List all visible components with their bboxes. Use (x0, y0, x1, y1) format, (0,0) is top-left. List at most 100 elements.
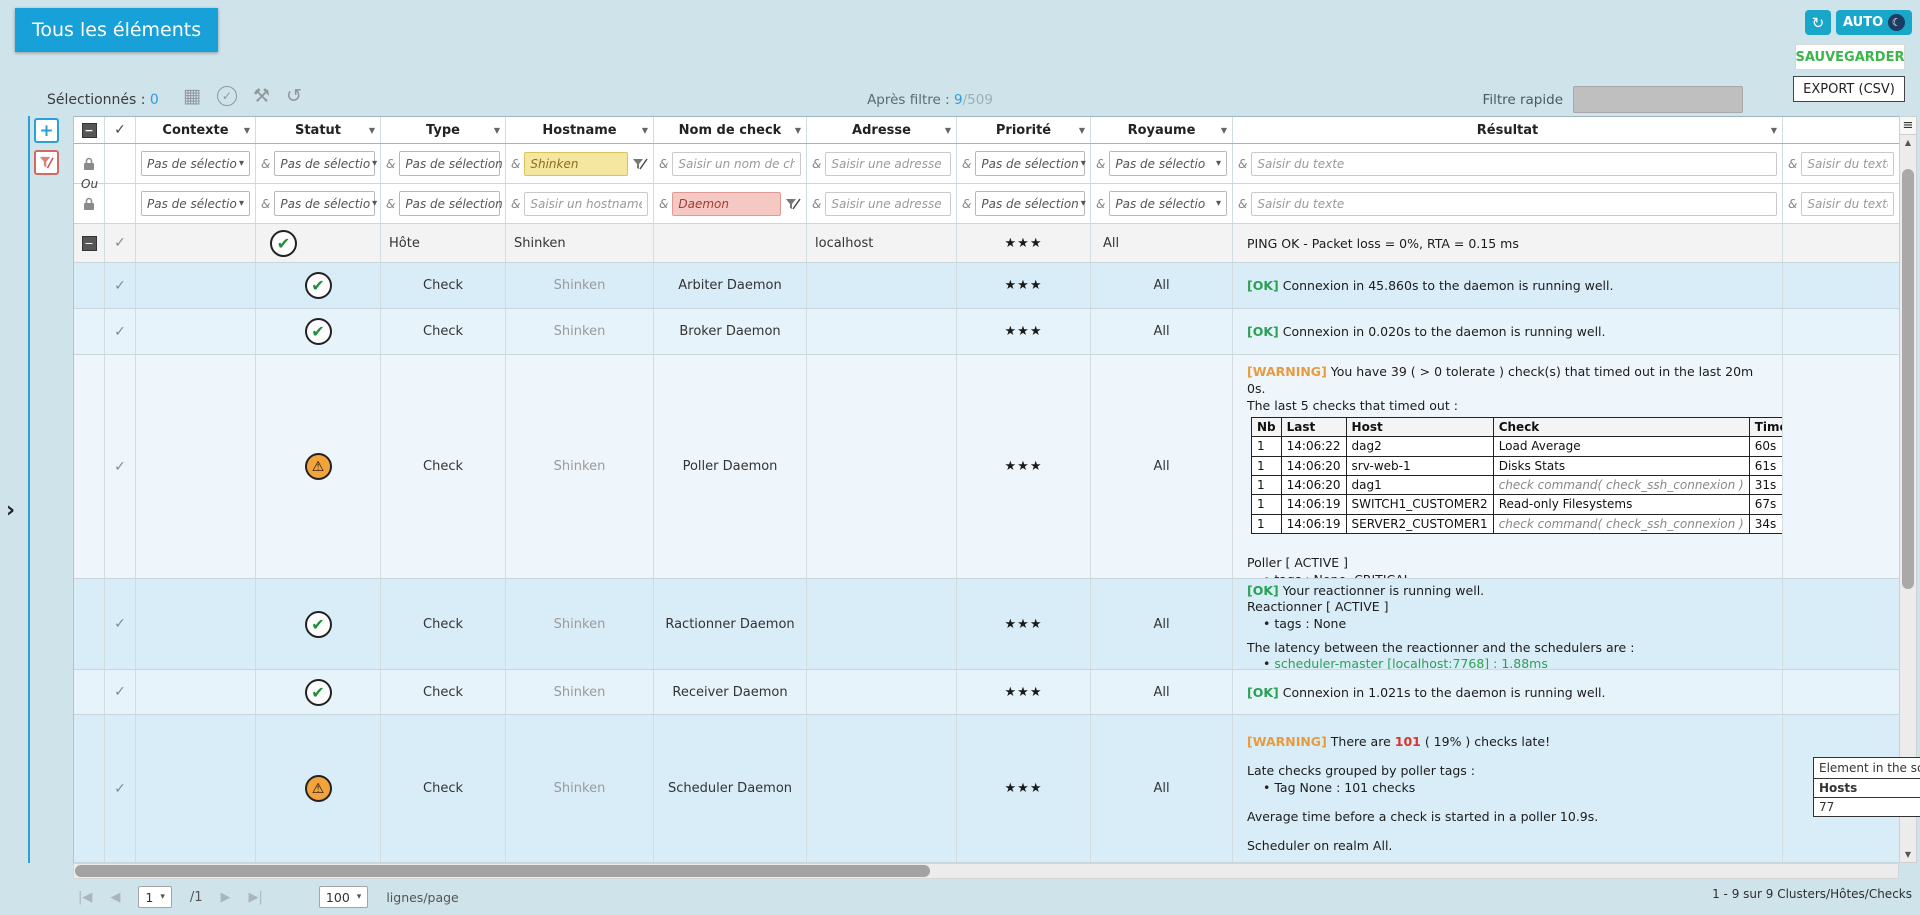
filter-priorite-select[interactable]: Pas de sélection▾ (975, 151, 1085, 176)
tag-none-line: Tag None : 101 checks (1247, 779, 1774, 796)
filter-extra-input[interactable] (1801, 192, 1894, 216)
row-check-icon[interactable]: ✓ (114, 235, 126, 251)
col-header-statut[interactable]: Statut▼ (256, 117, 381, 143)
col-header-priorite[interactable]: Priorité▼ (957, 117, 1091, 143)
filter-checkname-input[interactable] (672, 152, 801, 176)
select-all-icon[interactable]: ✓ (114, 122, 126, 138)
table-row-reactionner[interactable]: ✓ ✔ Check Shinken Ractionner Daemon ★★★ … (74, 579, 1899, 670)
row-check-icon[interactable]: ✓ (114, 616, 126, 632)
auto-refresh-button[interactable]: AUTO ☾ (1836, 10, 1912, 35)
filter-checkname-input[interactable] (672, 192, 781, 216)
col-header-type[interactable]: Type▼ (381, 117, 506, 143)
filter-statut-select[interactable]: Pas de sélectio▾ (274, 191, 375, 216)
clear-filters-button[interactable] (34, 150, 59, 175)
type-cell: Check (381, 670, 506, 714)
chevron-down-icon: ▾ (372, 198, 377, 209)
scroll-up-icon[interactable]: ▲ (1900, 135, 1916, 150)
address-cell (807, 670, 957, 714)
col-header-hostname[interactable]: Hostname▼ (506, 117, 654, 143)
filter-hostname-input[interactable] (524, 192, 648, 216)
next-page-button[interactable]: ▶ (221, 890, 231, 905)
panel-hosts-label: Hosts (1814, 778, 1920, 797)
clear-filter-icon[interactable] (785, 196, 801, 212)
export-csv-button[interactable]: EXPORT (CSV) (1793, 76, 1905, 102)
col-header-nom-de-check[interactable]: Nom de check▼ (654, 117, 807, 143)
add-filter-row-button[interactable]: + (34, 118, 59, 143)
clear-filter-icon[interactable] (632, 156, 648, 172)
prev-page-button[interactable]: ◀ (110, 890, 120, 905)
sort-icon: ▼ (494, 126, 500, 135)
after-filter-count: 9 (954, 92, 963, 108)
and-operator: & (1238, 157, 1247, 171)
scroll-down-icon[interactable]: ▼ (1900, 847, 1916, 862)
and-operator: & (386, 197, 395, 211)
result-cell: [WARNING] You have 39 ( > 0 tolerate ) c… (1233, 355, 1783, 578)
chevron-down-icon: ▾ (1216, 198, 1221, 209)
filter-hostname-input[interactable] (524, 152, 628, 176)
scheduler-master-link[interactable]: scheduler-master [localhost:7768] : 1.88… (1274, 656, 1548, 669)
table-row-receiver[interactable]: ✓ ✔ Check Shinken Receiver Daemon ★★★ Al… (74, 670, 1899, 715)
and-operator: & (1788, 197, 1797, 211)
col-header-adresse[interactable]: Adresse▼ (807, 117, 957, 143)
filter-priorite-select[interactable]: Pas de sélection▾ (975, 191, 1085, 216)
filter-resultat-input[interactable] (1251, 152, 1777, 176)
expand-sidebar-chevron[interactable]: › (6, 498, 15, 523)
first-page-button[interactable]: |◀ (78, 890, 92, 905)
col-header-contexte[interactable]: Contexte▼ (136, 117, 256, 143)
sync-icon[interactable]: ↻ (1805, 10, 1831, 35)
table-row-host-shinken[interactable]: − ✓ ✔ Hôte Shinken localhost ★★★ All PIN… (74, 224, 1899, 263)
hostname-cell: Shinken (506, 355, 654, 578)
address-cell (807, 715, 957, 862)
all-elements-button[interactable]: Tous les éléments (15, 8, 218, 52)
hostname-cell: Shinken (506, 224, 654, 262)
last-page-button[interactable]: ▶| (249, 890, 263, 905)
col-header-resultat[interactable]: Résultat▼ (1233, 117, 1783, 143)
validate-icon[interactable]: ✓ (217, 86, 237, 106)
table-row-arbiter[interactable]: ✓ ✔ Check Shinken Arbiter Daemon ★★★ All… (74, 263, 1899, 309)
row-check-icon[interactable]: ✓ (114, 459, 126, 475)
planning-icon[interactable]: ▦ (183, 87, 201, 106)
status-cell: ✔ (256, 579, 381, 669)
filter-contexte-select[interactable]: Pas de sélectio▾ (141, 191, 250, 216)
priority-cell: ★★★ (957, 670, 1091, 714)
row-check-icon[interactable]: ✓ (114, 278, 126, 294)
page-size-select[interactable]: 100▾ (319, 886, 368, 908)
quick-filter-input[interactable] (1573, 86, 1743, 113)
collapse-all-button[interactable]: − (82, 123, 97, 138)
table-row-scheduler[interactable]: ✓ ⚠ Check Shinken Scheduler Daemon ★★★ A… (74, 715, 1899, 863)
row-check-icon[interactable]: ✓ (114, 684, 126, 700)
row-check-icon[interactable]: ✓ (114, 781, 126, 797)
filter-royaume-select[interactable]: Pas de sélectio▾ (1109, 191, 1227, 216)
checkname-cell: Ractionner Daemon (654, 579, 807, 669)
save-button[interactable]: SAUVEGARDER (1795, 44, 1905, 70)
filter-type-select[interactable]: Pas de sélection▾ (399, 151, 500, 176)
undo-icon[interactable]: ↺ (286, 87, 302, 106)
type-cell: Hôte (381, 224, 506, 262)
filter-address-input[interactable] (825, 152, 951, 176)
page-select[interactable]: 1▾ (138, 886, 171, 908)
contexte-cell (136, 224, 256, 262)
collapse-row-button[interactable]: − (82, 236, 97, 251)
horizontal-scrollbar-thumb[interactable] (75, 865, 930, 877)
filter-resultat-input[interactable] (1251, 192, 1777, 216)
filter-statut-select[interactable]: Pas de sélectio▾ (274, 151, 375, 176)
columns-menu-icon[interactable]: ≡ (1900, 117, 1916, 135)
contexte-cell (136, 355, 256, 578)
filter-type-select[interactable]: Pas de sélection▾ (399, 191, 500, 216)
col-header-royaume[interactable]: Royaume▼ (1091, 117, 1233, 143)
table-row-broker[interactable]: ✓ ✔ Check Shinken Broker Daemon ★★★ All … (74, 309, 1899, 355)
tools-icon[interactable]: ⚒ (253, 87, 270, 106)
table-row-poller[interactable]: ✓ ⚠ Check Shinken Poller Daemon ★★★ All … (74, 355, 1899, 579)
filter-royaume-select[interactable]: Pas de sélectio▾ (1109, 151, 1227, 176)
vertical-scrollbar[interactable]: ≡ ▲ ▼ (1899, 116, 1917, 863)
col-header-extra (1783, 117, 1899, 143)
filter-extra-input[interactable] (1801, 152, 1894, 176)
row-check-icon[interactable]: ✓ (114, 324, 126, 340)
filter-contexte-select[interactable]: Pas de sélectio▾ (141, 151, 250, 176)
vertical-scrollbar-thumb[interactable] (1902, 169, 1914, 589)
and-operator: & (812, 157, 821, 171)
lock-icon[interactable] (83, 197, 95, 211)
filter-address-input[interactable] (825, 192, 951, 216)
horizontal-scrollbar[interactable] (73, 863, 1899, 879)
lock-icon[interactable] (83, 157, 95, 171)
